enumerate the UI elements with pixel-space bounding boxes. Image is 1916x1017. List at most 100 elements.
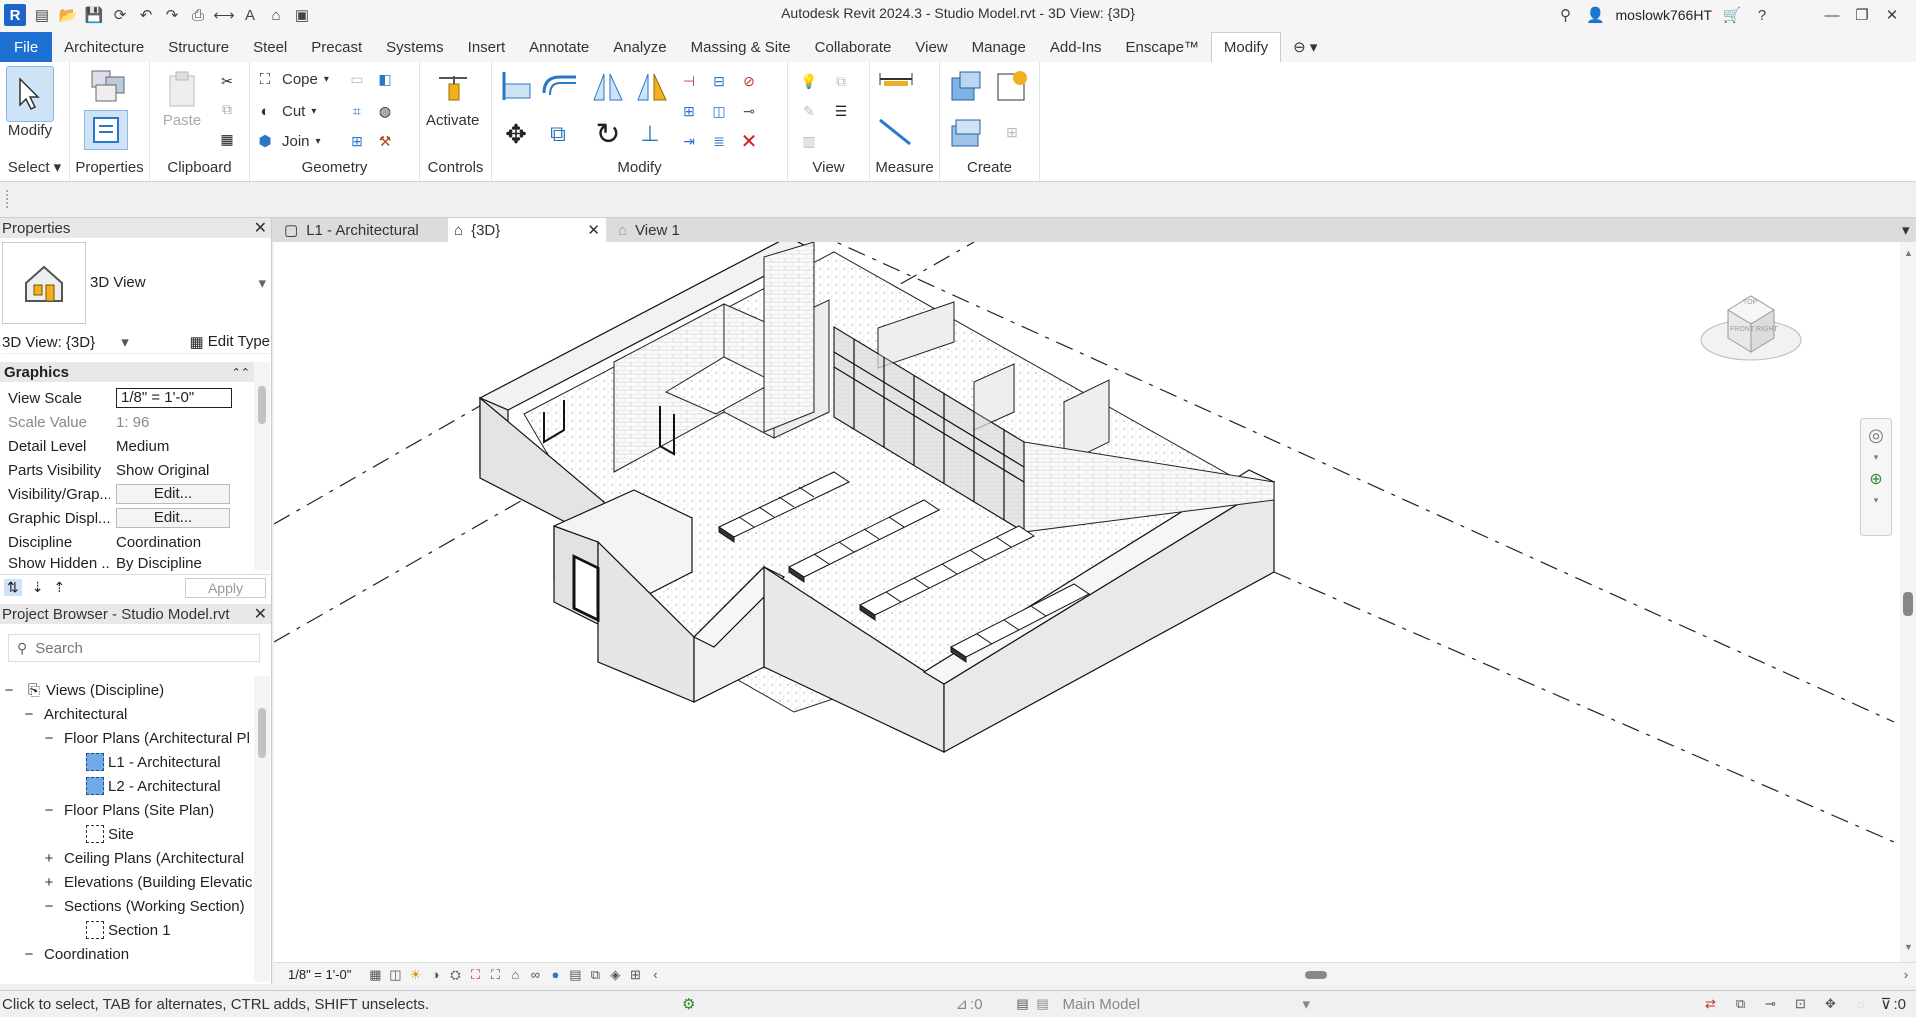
cart-icon[interactable]: 🛒 — [1722, 5, 1742, 25]
sun-path-icon[interactable]: ☀ — [405, 966, 425, 984]
default-3d-view-icon[interactable]: ⌂ — [266, 5, 286, 25]
restore-icon[interactable]: ❐ — [1852, 5, 1872, 25]
drawing-canvas[interactable]: TOP FRONT RIGHT ◎ ▾ ⊕ ▾ — [273, 231, 1900, 962]
temporary-hide-icon[interactable]: ∞ — [525, 966, 545, 984]
tab-systems[interactable]: Systems — [374, 32, 456, 62]
trim-single-icon[interactable]: ⇥ — [678, 130, 700, 152]
tree-item-coordination[interactable]: − Coordination — [22, 942, 129, 966]
help-icon[interactable]: ? — [1752, 5, 1772, 25]
measure-between-icon[interactable] — [876, 68, 916, 90]
temporary-view-properties-icon[interactable]: ⧉ — [585, 966, 605, 984]
home-icon[interactable]: ▤ — [32, 5, 52, 25]
editing-requests[interactable]: ⊿:0 — [955, 995, 982, 1014]
edit-type-button[interactable]: ▦ Edit Type — [190, 333, 270, 351]
detail-level-value[interactable]: Medium — [110, 438, 252, 455]
detail-level-icon[interactable]: ▦ — [365, 966, 385, 984]
tree-item-site[interactable]: Site — [86, 822, 134, 846]
sync-icon[interactable]: ⟳ — [110, 5, 130, 25]
collapse-group-icon[interactable]: ⌃⌃ — [232, 366, 250, 379]
worksharing-display-icon[interactable]: ▤ — [565, 966, 585, 984]
shadows-icon[interactable]: ◑ — [425, 966, 445, 984]
trim-extend-icon[interactable]: ⊥ — [632, 116, 668, 152]
select-by-face-icon[interactable]: ⊡ — [1791, 995, 1811, 1013]
wall-joins-icon[interactable]: ▭ — [346, 68, 368, 90]
tree-item-views[interactable]: − ⎘ Views (Discipline) — [2, 678, 165, 702]
canvas-horizontal-scrollbar[interactable] — [671, 969, 1890, 981]
undo-icon[interactable]: ↶ — [136, 5, 156, 25]
text-icon[interactable]: A — [240, 5, 260, 25]
type-properties-icon[interactable] — [86, 66, 130, 106]
cut-geometry-button[interactable]: ◐ Cut ▾ — [254, 100, 316, 122]
tab-add-ins[interactable]: Add-Ins — [1038, 32, 1114, 62]
split-gap-icon[interactable]: ⊟ — [708, 70, 730, 92]
select-panel-title[interactable]: Select ▾ — [0, 158, 69, 176]
ribbon-display-toggle[interactable]: ⊖ ▾ — [1281, 32, 1329, 62]
paste-button[interactable]: Paste — [160, 68, 204, 129]
offset-icon[interactable] — [540, 66, 580, 106]
tree-item-section-1[interactable]: Section 1 — [86, 918, 171, 942]
type-selector[interactable]: 3D View ▾ — [90, 274, 266, 292]
rotate-icon[interactable]: ↻ — [588, 114, 628, 154]
show-hidden-value[interactable]: By Discipline — [110, 555, 252, 572]
crop-view-icon[interactable]: ⛶ — [465, 966, 485, 984]
visual-style-icon[interactable]: ◫ — [385, 966, 405, 984]
window[interactable] — [572, 554, 600, 623]
discipline-value[interactable]: Coordination — [110, 534, 252, 551]
show-crop-region-icon[interactable]: ⛶ — [485, 966, 505, 984]
design-options-icon[interactable]: ▤ — [1013, 995, 1033, 1013]
view-tab-view1[interactable]: ⌂ View 1 — [612, 218, 686, 242]
copy-icon[interactable]: ⧉ — [216, 98, 238, 120]
revit-logo[interactable]: R — [4, 4, 26, 26]
apply-button[interactable]: Apply — [184, 577, 266, 598]
search-input[interactable] — [35, 639, 236, 657]
align-icon[interactable] — [496, 66, 536, 106]
binoculars-icon[interactable]: ⚲ — [1556, 5, 1576, 25]
open-icon[interactable]: 📂 — [58, 5, 78, 25]
view-tab-3d[interactable]: ⌂ {3D} ✕ — [448, 218, 606, 242]
thin-lines-icon[interactable]: ☰ — [830, 100, 852, 122]
graphics-group-header[interactable]: Graphics ⌃⌃ — [0, 362, 254, 382]
tab-manage[interactable]: Manage — [960, 32, 1038, 62]
array-icon[interactable]: ⊞ — [678, 100, 700, 122]
tree-item-floor-plans-arch[interactable]: − Floor Plans (Architectural Pl — [42, 726, 250, 750]
zoom-dropdown-icon[interactable]: ▾ — [1874, 495, 1879, 506]
copy-elements-icon[interactable]: ⧉ — [540, 116, 576, 152]
paint-icon[interactable]: ◍ — [374, 100, 396, 122]
tab-collaborate[interactable]: Collaborate — [803, 32, 904, 62]
tab-massing-site[interactable]: Massing & Site — [679, 32, 803, 62]
viewcube-right-face[interactable]: RIGHT — [1756, 326, 1778, 333]
reveal-hidden-icon[interactable]: ● — [545, 966, 565, 984]
browser-scrollbar[interactable] — [254, 676, 270, 982]
viewcube-front-face[interactable]: FRONT — [1730, 326, 1754, 333]
vscroll-thumb[interactable] — [1903, 592, 1913, 616]
tab-structure[interactable]: Structure — [156, 32, 241, 62]
hscroll-left-icon[interactable]: ‹ — [645, 966, 665, 984]
steering-wheel-icon[interactable]: ◎ — [1868, 425, 1884, 446]
cope-button[interactable]: ⛶ Cope ▾ — [254, 68, 329, 90]
hscroll-thumb[interactable] — [1305, 970, 1328, 979]
beam-join-icon[interactable]: ⊞ — [346, 130, 368, 152]
sort-categorized-icon[interactable]: ⇅ — [4, 579, 22, 596]
unpin-icon[interactable]: ⊘ — [738, 70, 760, 92]
show-analytical-model-icon[interactable]: ◈ — [605, 966, 625, 984]
split-element-icon[interactable]: ⊣ — [678, 70, 700, 92]
parts-visibility-value[interactable]: Show Original — [110, 462, 252, 479]
tree-item-l2-architectural[interactable]: L2 - Architectural — [86, 774, 221, 798]
minimize-icon[interactable]: — — [1822, 5, 1842, 25]
view-scale-selector[interactable]: 1/8" = 1'-0" — [288, 967, 351, 982]
tab-file[interactable]: File — [0, 32, 53, 62]
close-browser-icon[interactable]: ✕ — [254, 604, 267, 624]
options-bar-grip[interactable] — [6, 190, 10, 208]
worksharing-monitor-icon[interactable]: ⚙ — [682, 995, 695, 1013]
selection-box-icon[interactable]: ▥ — [798, 130, 820, 152]
hide-in-view-icon[interactable]: 💡 — [798, 70, 820, 92]
select-links-icon[interactable]: ⇄ — [1701, 995, 1721, 1013]
tab-annotate[interactable]: Annotate — [517, 32, 601, 62]
view-tab-l1[interactable]: ▢ L1 - Architectural — [278, 218, 425, 242]
close-tab-icon[interactable]: ✕ — [587, 221, 600, 239]
properties-icon[interactable] — [84, 110, 128, 150]
select-pinned-icon[interactable]: ⊸ — [1761, 995, 1781, 1013]
tab-modify[interactable]: Modify — [1210, 32, 1282, 62]
join-button[interactable]: ⬢ Join ▾ — [254, 130, 320, 152]
tree-item-floor-plans-site[interactable]: − Floor Plans (Site Plan) — [42, 798, 214, 822]
